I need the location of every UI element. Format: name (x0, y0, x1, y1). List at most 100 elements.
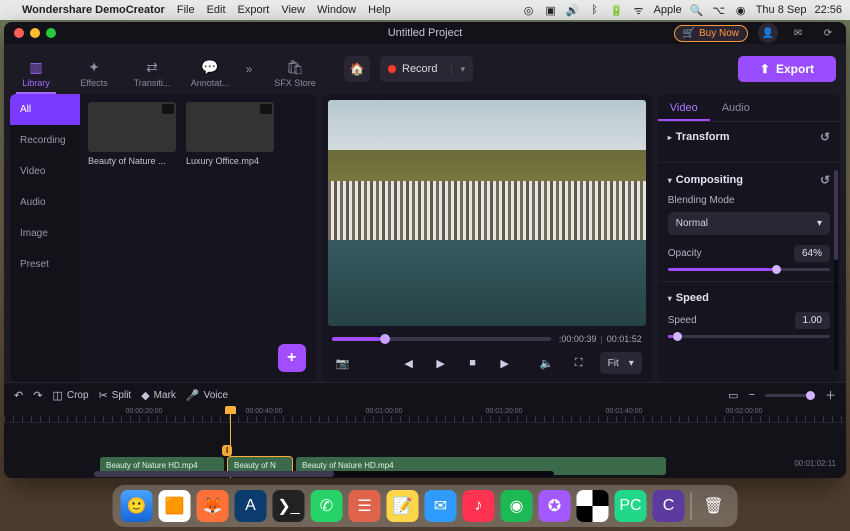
app-name[interactable]: Wondershare DemoCreator (16, 4, 171, 16)
volume-button[interactable]: 🔈 (536, 352, 558, 374)
lib-cat-video[interactable]: Video (10, 156, 80, 187)
reset-transform-button[interactable]: ↺ (820, 130, 830, 144)
lib-cat-audio[interactable]: Audio (10, 187, 80, 218)
dock-trash[interactable]: 🗑 (698, 490, 730, 522)
mark-tool[interactable]: ◆Mark (141, 389, 176, 402)
section-transform-label[interactable]: Transform (676, 131, 730, 143)
export-button[interactable]: ⬆Export (738, 56, 836, 82)
properties-scrollbar-thumb[interactable] (834, 170, 838, 260)
menu-window[interactable]: Window (311, 4, 362, 16)
dock-whatsapp[interactable]: ✆ (311, 490, 343, 522)
menu-export[interactable]: Export (232, 4, 276, 16)
tab-transitions-label: Transiti... (134, 78, 171, 88)
tabs-more-button[interactable]: » (240, 56, 258, 82)
tab-transitions[interactable]: ⇄Transiti... (124, 53, 180, 94)
speed-value[interactable]: 1.00 (795, 312, 830, 329)
library-icon: ▥ (8, 59, 64, 76)
fullscreen-button[interactable]: ⛶ (568, 352, 590, 374)
media-thumb[interactable]: Beauty of Nature ... (88, 102, 176, 166)
battery-icon[interactable]: 🔋 (610, 4, 624, 17)
undo-button[interactable]: ↶ (14, 389, 23, 402)
redo-button[interactable]: ↷ (33, 389, 42, 402)
inbox-icon[interactable]: ✉ (788, 23, 808, 43)
record-dropdown-icon[interactable]: ▾ (451, 64, 465, 75)
zoom-in-button[interactable]: ＋ (825, 387, 836, 403)
prev-frame-button[interactable]: ◀ (398, 352, 420, 374)
dock-democreator[interactable]: C (653, 490, 685, 522)
tab-library[interactable]: ▥Library (8, 53, 64, 94)
spotlight-icon[interactable]: 🔍 (690, 4, 704, 17)
zoom-out-button[interactable]: − (749, 389, 755, 401)
media-thumb[interactable]: Luxury Office.mp4 (186, 102, 274, 166)
tab-sfx-store[interactable]: 🛍SFX Store (260, 53, 330, 94)
dock-spotify[interactable]: ◉ (501, 490, 533, 522)
add-media-button[interactable]: + (278, 344, 306, 372)
dock-pycharm[interactable]: PC (615, 490, 647, 522)
menu-edit[interactable]: Edit (201, 4, 232, 16)
dock-music[interactable]: ♪ (463, 490, 495, 522)
tl-view-button[interactable]: ▭ (728, 389, 738, 402)
dock-app1[interactable]: A (235, 490, 267, 522)
crop-tool[interactable]: ◫Crop (52, 389, 88, 402)
speed-slider[interactable] (668, 335, 830, 338)
record-label: Record (402, 63, 437, 75)
dock-notes[interactable]: 📝 (387, 490, 419, 522)
section-compositing-label[interactable]: Compositing (676, 174, 743, 186)
buy-now-button[interactable]: 🛒Buy Now (674, 25, 748, 42)
snapshot-button[interactable]: 📷 (332, 352, 354, 374)
control-center-icon[interactable]: ⌥ (712, 4, 726, 17)
dock-terminal[interactable]: ❯_ (273, 490, 305, 522)
dock-finder[interactable]: 🙂 (121, 490, 153, 522)
menu-help[interactable]: Help (362, 4, 397, 16)
fit-dropdown[interactable]: Fit▾ (600, 352, 642, 374)
next-frame-button[interactable]: ▶ (494, 352, 516, 374)
lib-cat-image[interactable]: Image (10, 218, 80, 249)
menu-view[interactable]: View (275, 4, 311, 16)
section-speed-label[interactable]: Speed (676, 292, 709, 304)
refresh-icon[interactable]: ⟳ (818, 23, 838, 43)
dock-launchpad[interactable]: 🟧 (159, 490, 191, 522)
wifi-icon[interactable]: ᯤ (632, 3, 646, 18)
dock-mail[interactable]: ✉ (425, 490, 457, 522)
menubar-brand[interactable]: Apple (654, 4, 682, 16)
zoom-slider[interactable] (765, 394, 815, 397)
voice-tool[interactable]: 🎤Voice (186, 389, 228, 402)
preview-canvas[interactable] (328, 100, 646, 326)
status-icon-2[interactable]: ▣ (544, 4, 558, 17)
blending-mode-value: Normal (676, 218, 708, 229)
prop-tab-video[interactable]: Video (658, 94, 710, 121)
siri-icon[interactable]: ◉ (734, 4, 748, 17)
timeline-ruler[interactable]: 00:00:20:00 00:00:40:00 00:01:00:00 00:0… (4, 407, 846, 423)
seek-slider[interactable] (332, 337, 551, 341)
opacity-slider[interactable] (668, 268, 830, 271)
dock-firefox[interactable]: 🦊 (197, 490, 229, 522)
reset-compositing-button[interactable]: ↺ (820, 173, 830, 187)
dock-chess[interactable] (577, 490, 609, 522)
lib-cat-recording[interactable]: Recording (10, 125, 80, 156)
timeline-hscrollbar[interactable] (94, 471, 554, 477)
opacity-value[interactable]: 64% (794, 245, 830, 262)
account-icon[interactable]: 👤 (758, 23, 778, 43)
tab-effects[interactable]: ✦Effects (66, 53, 122, 94)
timeline-tracks[interactable]: I Beauty of Nature HD.mp4 Beauty of N Be… (4, 423, 846, 478)
status-icon-1[interactable]: ◎ (522, 4, 536, 17)
play-button[interactable]: ▶ (430, 352, 452, 374)
dock-podcasts[interactable]: ✪ (539, 490, 571, 522)
dock-todoist[interactable]: ☰ (349, 490, 381, 522)
prop-tab-audio[interactable]: Audio (710, 94, 762, 121)
blending-mode-dropdown[interactable]: Normal▾ (668, 212, 830, 235)
cursor-marker[interactable]: I (222, 445, 232, 456)
tab-annotations[interactable]: 💬Annotat... (182, 53, 238, 94)
menubar-date[interactable]: Thu 8 Sep (756, 4, 807, 16)
lib-cat-all[interactable]: All (10, 94, 80, 125)
record-button[interactable]: Record ▾ (380, 56, 473, 82)
volume-icon[interactable]: 🔊 (566, 4, 580, 17)
menubar-time[interactable]: 22:56 (814, 4, 842, 16)
bluetooth-icon[interactable]: ᛒ (588, 4, 602, 16)
home-button[interactable]: 🏠 (344, 56, 370, 82)
split-tool[interactable]: ✂Split (99, 389, 132, 402)
effects-icon: ✦ (66, 59, 122, 76)
menu-file[interactable]: File (171, 4, 201, 16)
stop-button[interactable]: ■ (462, 352, 484, 374)
lib-cat-preset[interactable]: Preset (10, 249, 80, 280)
